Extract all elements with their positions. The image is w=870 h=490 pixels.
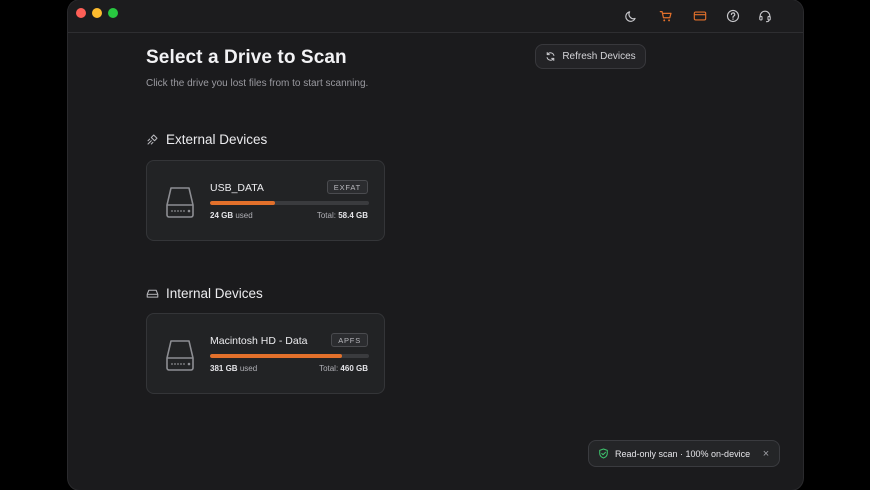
internal-devices-heading: Internal Devices xyxy=(146,286,263,301)
drive-card-usb-data[interactable]: USB_DATA EXFAT 24 GB used Total: 58.4 GB xyxy=(146,160,385,241)
used-space: 381 GB used xyxy=(210,364,258,373)
shield-check-icon xyxy=(598,448,609,459)
refresh-devices-label: Refresh Devices xyxy=(562,51,636,62)
usage-bar xyxy=(210,201,369,205)
toast-text: Read-only scan · 100% on-device xyxy=(615,448,751,459)
total-space: Total: 58.4 GB xyxy=(316,211,368,220)
read-only-toast: Read-only scan · 100% on-device × xyxy=(588,440,780,467)
external-devices-label: External Devices xyxy=(166,132,268,147)
usage-bar-fill xyxy=(210,354,342,358)
drive-name: USB_DATA xyxy=(210,182,264,194)
support-headset-icon[interactable] xyxy=(757,8,773,24)
drive-name: Macintosh HD - Data xyxy=(210,335,308,347)
drive-card-macintosh-hd-data[interactable]: Macintosh HD - Data APFS 381 GB used Tot… xyxy=(146,313,385,394)
page-title: Select a Drive to Scan xyxy=(146,47,347,68)
help-icon[interactable] xyxy=(725,8,741,24)
total-space: Total: 460 GB xyxy=(319,364,368,373)
card-icon[interactable] xyxy=(692,8,708,24)
close-icon[interactable]: × xyxy=(761,448,771,460)
usage-bar xyxy=(210,354,369,358)
usb-plug-icon xyxy=(146,133,159,146)
zoom-window-button[interactable] xyxy=(108,8,118,18)
page-subtitle: Click the drive you lost files from to s… xyxy=(146,78,369,89)
external-devices-heading: External Devices xyxy=(146,132,267,147)
refresh-devices-button[interactable]: Refresh Devices xyxy=(535,44,646,69)
minimize-window-button[interactable] xyxy=(92,8,102,18)
title-bar xyxy=(68,0,803,33)
filesystem-badge: EXFAT xyxy=(326,180,368,194)
refresh-icon xyxy=(545,51,556,62)
usage-bar-fill xyxy=(210,201,276,205)
internal-devices-label: Internal Devices xyxy=(166,286,263,301)
moon-icon[interactable] xyxy=(624,8,640,24)
app-window: Select a Drive to Scan Click the drive y… xyxy=(68,0,803,490)
internal-drive-icon xyxy=(146,287,159,300)
hard-drive-icon xyxy=(164,338,196,372)
hard-drive-icon xyxy=(164,185,196,219)
filesystem-badge: APFS xyxy=(331,333,368,347)
close-window-button[interactable] xyxy=(76,8,86,18)
used-space: 24 GB used xyxy=(210,211,253,220)
cart-icon[interactable] xyxy=(658,8,674,24)
